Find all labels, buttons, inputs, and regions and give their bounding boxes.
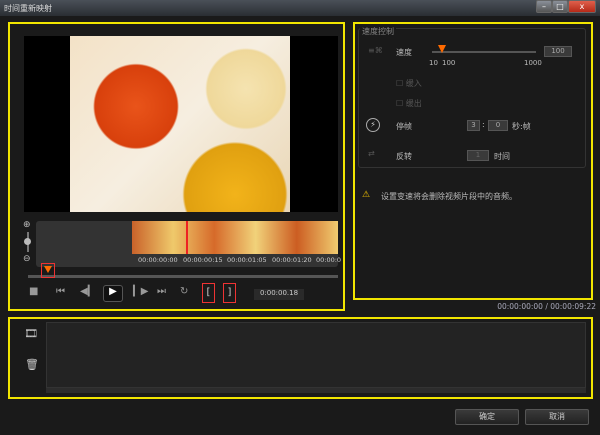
speed-icon: ≡⌘	[368, 46, 383, 55]
reverse-icon: ⇄	[368, 149, 375, 158]
mark-out-button[interactable]: ]	[223, 283, 236, 303]
film-icon[interactable]: 🎞	[24, 327, 38, 340]
speed-slider[interactable]	[432, 51, 536, 53]
ease-in-checkbox[interactable]: ☐ 缓入	[396, 78, 422, 89]
scrubber-bar[interactable]	[28, 275, 338, 278]
warning-text: 设置变速将会删除视频片段中的音频。	[381, 192, 517, 201]
ease-in-label: 缓入	[405, 79, 422, 88]
clip-track[interactable]	[46, 322, 586, 388]
timecode-label: 00:00:00:15	[183, 256, 223, 264]
freeze-label: 停帧	[396, 122, 412, 131]
next-frame-button[interactable]: ▎▶	[133, 286, 148, 297]
window-title: 时间重新映射	[4, 4, 52, 13]
reverse-label: 反转	[396, 152, 412, 161]
zoom-in-icon[interactable]: ⊕	[23, 220, 31, 230]
reverse-input[interactable]: 1	[467, 150, 489, 161]
speed-input[interactable]: 100	[544, 46, 572, 57]
ease-out-checkbox[interactable]: ☐ 缓出	[396, 98, 422, 109]
reverse-unit: 时间	[494, 152, 510, 161]
freeze-seconds-input[interactable]: 3	[467, 120, 480, 131]
horizontal-scrollbar[interactable]	[46, 388, 586, 393]
zoom-slider-thumb[interactable]	[24, 238, 31, 245]
trash-icon[interactable]: 🗑	[25, 358, 39, 371]
timecode-label: 00:00:00:00	[138, 256, 178, 264]
speed-label: 速度	[396, 48, 412, 57]
timecode-label: 00:00:0	[316, 256, 342, 264]
scrubber-thumb[interactable]	[44, 266, 52, 273]
maximize-button[interactable]: □	[552, 0, 568, 13]
repeat-icon[interactable]: ↻	[180, 286, 188, 297]
playhead-line[interactable]	[186, 221, 188, 254]
timecode-input[interactable]: 0:00:00.18	[254, 289, 304, 300]
colon: :	[482, 120, 485, 129]
clip-thumbnails	[132, 221, 338, 254]
freeze-unit: 秒:帧	[512, 122, 531, 131]
ok-button[interactable]: 确定	[455, 409, 519, 425]
timecode-label: 00:00:01:05	[227, 256, 267, 264]
minimize-button[interactable]: –	[536, 0, 552, 13]
ease-out-label: 缓出	[405, 99, 422, 108]
speed-max: 1000	[524, 59, 542, 67]
video-frame	[70, 36, 290, 212]
duration-readout: 00:00:00:00 / 00:00:09:22	[497, 302, 596, 311]
timecode-label: 00:00:01:20	[272, 256, 312, 264]
zoom-out-icon[interactable]: ⊖	[23, 254, 31, 264]
close-button[interactable]: x	[568, 0, 596, 13]
speed-mark: 100	[442, 59, 456, 67]
warning-icon: ⚠	[362, 190, 371, 200]
title-bar	[0, 0, 600, 16]
group-label: 速度控制	[360, 26, 396, 37]
cancel-button[interactable]: 取消	[525, 409, 589, 425]
end-button[interactable]: ⏭	[157, 286, 166, 297]
speed-slider-thumb[interactable]	[438, 45, 446, 53]
previous-frame-button[interactable]: ◀▎	[80, 286, 95, 297]
mark-in-button[interactable]: [	[202, 283, 215, 303]
stop-button[interactable]: ■	[29, 286, 38, 297]
freeze-frame-icon: ⚡	[366, 118, 380, 132]
speed-min: 10	[429, 59, 438, 67]
freeze-frames-input[interactable]: 0	[488, 120, 508, 131]
play-button[interactable]: ▶	[103, 285, 123, 302]
home-button[interactable]: ⏮	[56, 286, 65, 297]
